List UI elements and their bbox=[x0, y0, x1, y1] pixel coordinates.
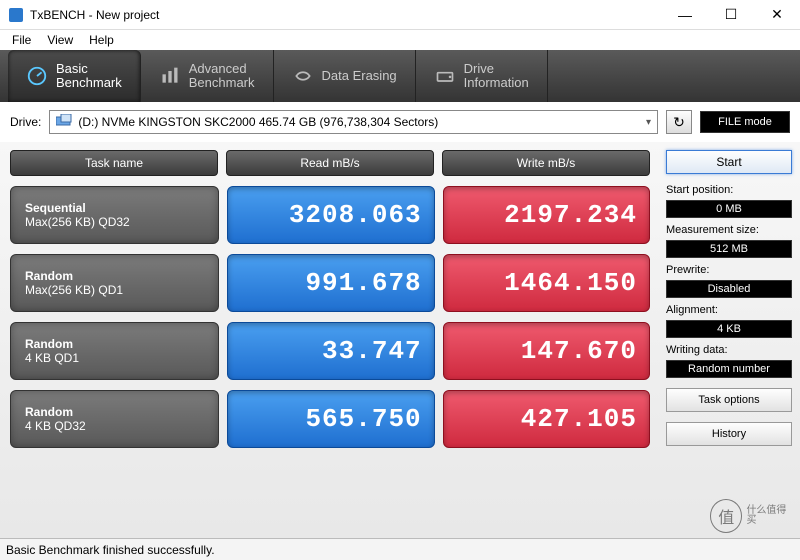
menubar: File View Help bbox=[0, 30, 800, 50]
chevron-down-icon: ▾ bbox=[646, 117, 651, 128]
titlebar: TxBENCH - New project — ☐ ✕ bbox=[0, 0, 800, 30]
measurement-size-value[interactable]: 512 MB bbox=[666, 240, 792, 258]
task-subtitle: 4 KB QD1 bbox=[25, 351, 218, 365]
start-position-label: Start position: bbox=[666, 184, 792, 196]
app-icon bbox=[8, 7, 24, 23]
task-cell: Random 4 KB QD32 bbox=[10, 390, 219, 448]
tab-label: Data Erasing bbox=[322, 69, 397, 83]
menu-view[interactable]: View bbox=[39, 31, 81, 49]
drive-selected-text: (D:) NVMe KINGSTON SKC2000 465.74 GB (97… bbox=[78, 115, 646, 129]
refresh-icon: ↻ bbox=[673, 114, 685, 131]
header-read: Read mB/s bbox=[226, 150, 434, 176]
close-button[interactable]: ✕ bbox=[754, 0, 800, 29]
result-row: Random 4 KB QD1 33.747 147.670 bbox=[10, 322, 650, 380]
drive-label: Drive: bbox=[10, 115, 41, 129]
task-subtitle: 4 KB QD32 bbox=[25, 419, 218, 433]
write-value: 2197.234 bbox=[443, 186, 650, 244]
read-value: 3208.063 bbox=[227, 186, 434, 244]
task-title: Random bbox=[25, 337, 218, 351]
write-value: 427.105 bbox=[443, 390, 650, 448]
result-row: Random Max(256 KB) QD1 991.678 1464.150 bbox=[10, 254, 650, 312]
erase-icon bbox=[292, 65, 314, 87]
drive-bar: Drive: (D:) NVMe KINGSTON SKC2000 465.74… bbox=[0, 102, 800, 142]
task-options-button[interactable]: Task options bbox=[666, 388, 792, 412]
watermark-text: 什么值得买 bbox=[746, 506, 794, 526]
measurement-size-label: Measurement size: bbox=[666, 224, 792, 236]
start-button[interactable]: Start bbox=[666, 150, 792, 174]
tab-drive-information[interactable]: Drive Information bbox=[416, 50, 548, 102]
tab-advanced-benchmark[interactable]: Advanced Benchmark bbox=[141, 50, 274, 102]
result-row: Sequential Max(256 KB) QD32 3208.063 219… bbox=[10, 186, 650, 244]
drive-icon bbox=[434, 65, 456, 87]
hdd-icon bbox=[56, 114, 72, 131]
task-title: Random bbox=[25, 405, 218, 419]
tab-basic-benchmark[interactable]: Basic Benchmark bbox=[8, 50, 141, 102]
writing-data-value[interactable]: Random number bbox=[666, 360, 792, 378]
tab-data-erasing[interactable]: Data Erasing bbox=[274, 50, 416, 102]
results-panel: Task name Read mB/s Write mB/s Sequentia… bbox=[0, 142, 660, 538]
menu-file[interactable]: File bbox=[4, 31, 39, 49]
tab-label: Basic Benchmark bbox=[56, 62, 122, 91]
task-title: Sequential bbox=[25, 201, 218, 215]
write-value: 1464.150 bbox=[443, 254, 650, 312]
task-subtitle: Max(256 KB) QD32 bbox=[25, 215, 218, 229]
task-subtitle: Max(256 KB) QD1 bbox=[25, 283, 218, 297]
read-value: 33.747 bbox=[227, 322, 434, 380]
bars-icon bbox=[159, 65, 181, 87]
prewrite-label: Prewrite: bbox=[666, 264, 792, 276]
status-text: Basic Benchmark finished successfully. bbox=[6, 543, 215, 557]
task-cell: Random Max(256 KB) QD1 bbox=[10, 254, 219, 312]
drive-select[interactable]: (D:) NVMe KINGSTON SKC2000 465.74 GB (97… bbox=[49, 110, 658, 134]
watermark-icon: 值 bbox=[710, 499, 742, 533]
main-area: Task name Read mB/s Write mB/s Sequentia… bbox=[0, 142, 800, 538]
refresh-button[interactable]: ↻ bbox=[666, 110, 692, 134]
tabbar: Basic Benchmark Advanced Benchmark Data … bbox=[0, 50, 800, 102]
minimize-button[interactable]: — bbox=[662, 0, 708, 29]
result-row: Random 4 KB QD32 565.750 427.105 bbox=[10, 390, 650, 448]
writing-data-label: Writing data: bbox=[666, 344, 792, 356]
tab-label: Drive Information bbox=[464, 62, 529, 91]
read-value: 565.750 bbox=[227, 390, 434, 448]
file-mode-button[interactable]: FILE mode bbox=[700, 111, 790, 133]
write-value: 147.670 bbox=[443, 322, 650, 380]
task-cell: Random 4 KB QD1 bbox=[10, 322, 219, 380]
read-value: 991.678 bbox=[227, 254, 434, 312]
maximize-button[interactable]: ☐ bbox=[708, 0, 754, 29]
header-write: Write mB/s bbox=[442, 150, 650, 176]
gauge-icon bbox=[26, 65, 48, 87]
header-task: Task name bbox=[10, 150, 218, 176]
task-cell: Sequential Max(256 KB) QD32 bbox=[10, 186, 219, 244]
alignment-label: Alignment: bbox=[666, 304, 792, 316]
task-title: Random bbox=[25, 269, 218, 283]
tab-label: Advanced Benchmark bbox=[189, 62, 255, 91]
sidebar: Start Start position: 0 MB Measurement s… bbox=[660, 142, 800, 538]
start-position-value[interactable]: 0 MB bbox=[666, 200, 792, 218]
status-bar: Basic Benchmark finished successfully. bbox=[0, 538, 800, 560]
prewrite-value[interactable]: Disabled bbox=[666, 280, 792, 298]
alignment-value[interactable]: 4 KB bbox=[666, 320, 792, 338]
history-button[interactable]: History bbox=[666, 422, 792, 446]
watermark: 值 什么值得买 bbox=[710, 496, 794, 536]
menu-help[interactable]: Help bbox=[81, 31, 122, 49]
window-title: TxBENCH - New project bbox=[30, 8, 662, 22]
